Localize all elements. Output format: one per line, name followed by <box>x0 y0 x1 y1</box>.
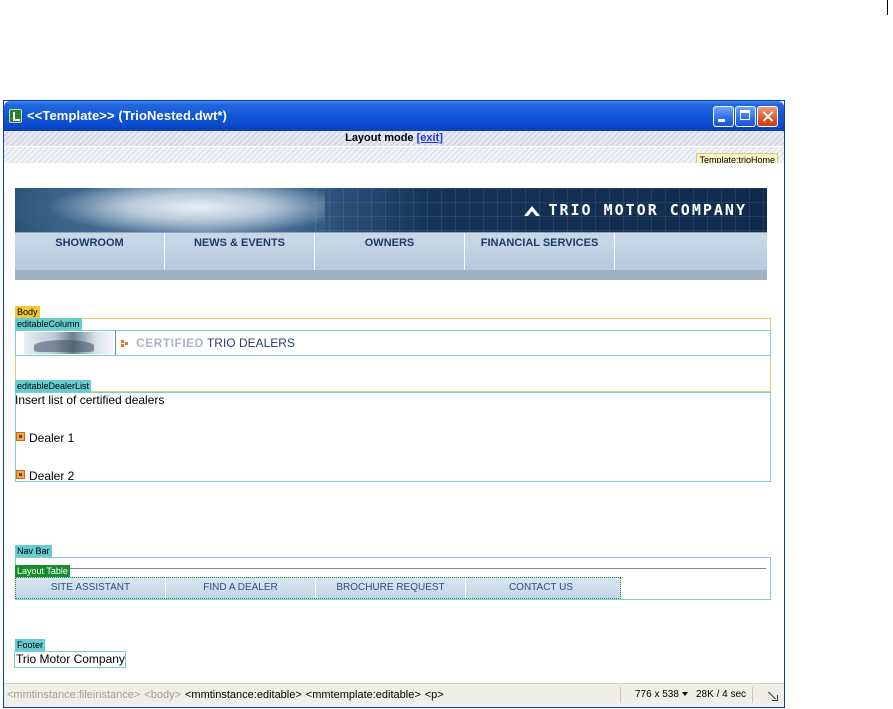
brand-name-text: TRIO MOTOR COMPANY <box>548 201 747 219</box>
dealer-item-2[interactable]: Dealer 2 <box>29 469 74 483</box>
dealer-bullet-icon <box>16 470 25 479</box>
nav-news-events[interactable]: NEWS & EVENTS <box>165 233 315 270</box>
subnav-contact-us[interactable]: CONTACT US <box>466 578 616 598</box>
footer-text[interactable]: Trio Motor Company <box>14 651 126 668</box>
tag-mmtemplate-editable[interactable]: <mmtemplate:editable> <box>306 689 421 701</box>
layout-table-label[interactable]: Layout Table <box>15 565 70 577</box>
editable-column-region[interactable]: CERTIFIED TRIO DEALERS <box>15 330 771 356</box>
dreamweaver-app-icon[interactable] <box>9 109 22 123</box>
subnav-site-assistant[interactable]: SITE ASSISTANT <box>16 578 166 598</box>
certified-dealers-heading: CERTIFIED TRIO DEALERS <box>136 336 295 350</box>
nav-owners[interactable]: OWNERS <box>315 233 465 270</box>
subnav-find-a-dealer[interactable]: FIND A DEALER <box>166 578 316 598</box>
document-window: <<Template>> (TrioNested.dwt*) Layout mo… <box>3 100 785 708</box>
design-canvas[interactable]: TRIO MOTOR COMPANY SHOWROOM NEWS & EVENT… <box>4 163 784 684</box>
car-banner-image <box>15 188 325 232</box>
brand-name: TRIO MOTOR COMPANY <box>524 201 747 219</box>
top-navigation: SHOWROOM NEWS & EVENTS OWNERS FINANCIAL … <box>15 232 767 270</box>
minimize-button[interactable] <box>713 106 734 127</box>
nav-bar-rule <box>64 568 766 569</box>
corner-mark <box>887 0 888 15</box>
title-bar[interactable]: <<Template>> (TrioNested.dwt*) <box>4 101 784 131</box>
tag-p[interactable]: <p> <box>425 689 444 701</box>
tag-selector: <mmtinstance:fileinstance> <body> <mmtinst… <box>7 684 448 706</box>
layout-mode-label: Layout mode <box>345 132 417 144</box>
window-size-value: 776 x 538 <box>635 689 679 700</box>
body-region-label[interactable]: Body <box>15 306 40 318</box>
window-size-selector[interactable]: 776 x 538 <box>620 687 688 703</box>
locked-template-region <box>4 147 784 163</box>
layout-mode-bar: Layout mode [exit] <box>4 131 784 146</box>
nav-showroom[interactable]: SHOWROOM <box>15 233 165 270</box>
sub-navigation: SITE ASSISTANT FIND A DEALER BROCHURE RE… <box>15 577 621 599</box>
window-title: <<Template>> (TrioNested.dwt*) <box>27 108 227 123</box>
status-divider <box>752 687 753 703</box>
close-button[interactable] <box>757 106 778 127</box>
editable-column-label[interactable]: editableColumn <box>15 318 82 330</box>
nav-underbar <box>15 270 767 280</box>
tag-mmtinstance-fileinstance[interactable]: <mmtinstance:fileinstance> <box>7 689 140 701</box>
status-bar: <mmtinstance:fileinstance> <body> <mmtinst… <box>4 683 784 707</box>
editable-dealer-list-label[interactable]: editableDealerList <box>15 380 92 392</box>
header-banner: TRIO MOTOR COMPANY <box>15 188 767 232</box>
dealer-item-1[interactable]: Dealer 1 <box>29 431 74 445</box>
dealer-list-intro[interactable]: Insert list of certified dealers <box>15 393 164 407</box>
subnav-brochure-request[interactable]: BROCHURE REQUEST <box>316 578 466 598</box>
dropdown-arrow-icon[interactable] <box>681 692 688 696</box>
download-stats: 28K / 4 sec <box>696 689 747 700</box>
certified-bullet-icon <box>121 340 129 348</box>
certified-heading-rest: TRIO DEALERS <box>203 336 295 350</box>
certified-highlight: CERTIFIED <box>136 336 204 350</box>
footer-label[interactable]: Footer <box>15 639 46 651</box>
trio-chevron-logo-icon <box>524 206 541 216</box>
dealer-bullet-icon <box>16 432 25 441</box>
nav-empty-cell <box>615 233 767 270</box>
certified-car-thumbnail <box>24 332 113 354</box>
nav-financial-services[interactable]: FINANCIAL SERVICES <box>465 233 615 270</box>
thumbnail-divider <box>115 331 116 355</box>
tag-body[interactable]: <body> <box>144 689 181 701</box>
nav-bar-label[interactable]: Nav Bar <box>15 545 52 557</box>
exit-layout-mode-link[interactable]: [exit] <box>417 132 443 144</box>
resize-grip-icon[interactable] <box>765 689 779 703</box>
maximize-button[interactable] <box>735 106 756 127</box>
tag-mmtinstance-editable[interactable]: <mmtinstance:editable> <box>185 689 302 701</box>
